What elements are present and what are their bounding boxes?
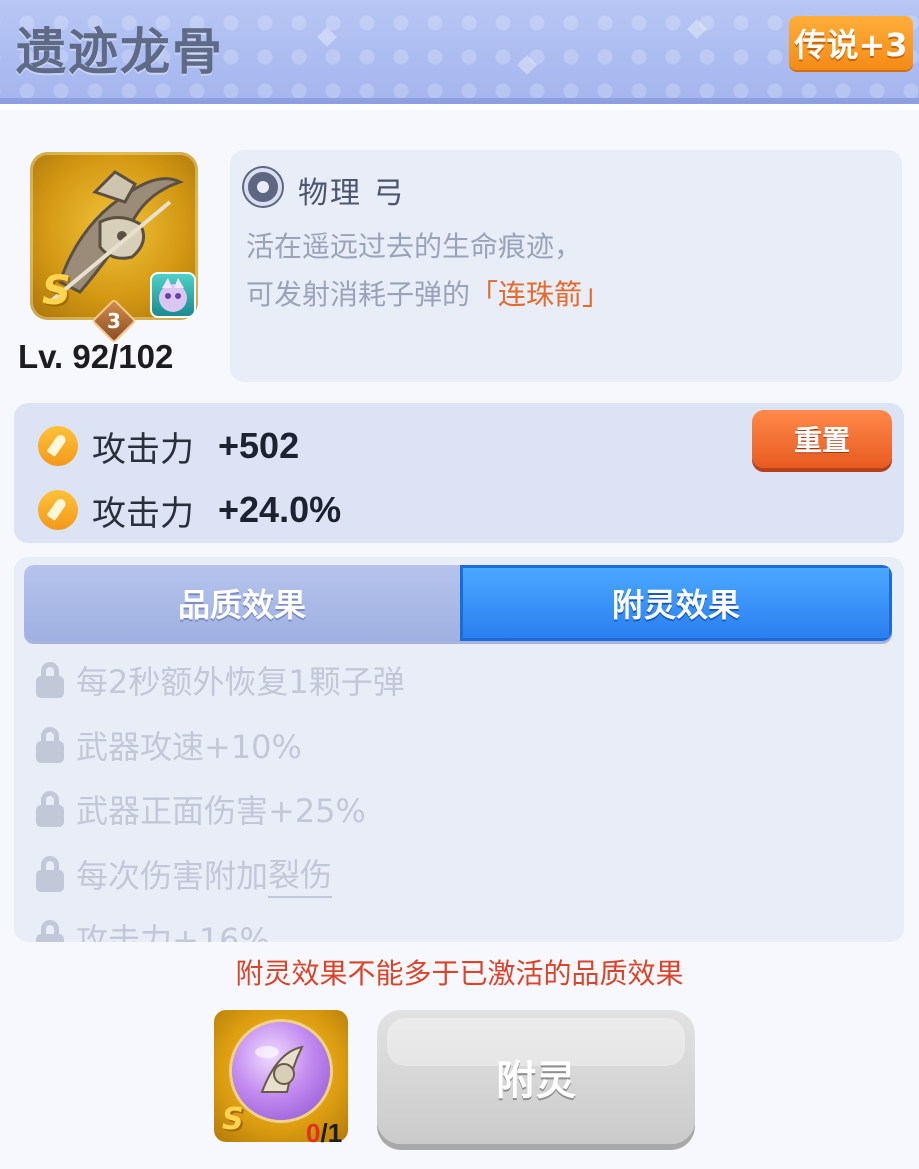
bleed-term-link[interactable]: 裂伤 — [268, 850, 333, 898]
list-item: 武器正面伤害+25% — [36, 786, 366, 832]
material-count: 0/1 — [306, 1118, 342, 1149]
star-level-number: 3 — [107, 309, 121, 333]
description-panel: 物理 弓 活在遥远过去的生命痕迹， 可发射消耗子弹的「连珠箭」 — [230, 150, 902, 382]
description-line-2: 可发射消耗子弹的「连珠箭」 — [246, 273, 610, 313]
lock-icon — [36, 920, 64, 942]
material-have: 0 — [306, 1118, 321, 1148]
list-item: 每次伤害附加 裂伤 — [36, 850, 333, 898]
tab-enchant-effects[interactable]: 附灵效果 — [460, 565, 892, 641]
stat-row: 攻击力 +502 — [38, 421, 299, 471]
warning-message: 附灵效果不能多于已激活的品质效果 — [235, 957, 684, 990]
list-item: 每2秒额外恢复1颗子弹 — [36, 657, 405, 703]
lock-icon — [36, 856, 64, 892]
lock-icon — [36, 662, 64, 698]
stat-name: 攻击力 — [92, 429, 194, 470]
list-item: 武器攻速+10% — [36, 722, 302, 768]
effect-text: 每2秒额外恢复1颗子弹 — [76, 663, 405, 701]
grade-s-mark: S — [222, 1102, 244, 1137]
description-line-2-text: 可发射消耗子弹的 — [246, 278, 471, 311]
lock-icon — [36, 727, 64, 763]
reset-button[interactable]: 重置 — [752, 410, 892, 468]
physical-type-icon — [244, 168, 282, 206]
attack-stat-icon — [38, 426, 78, 466]
lock-icon — [36, 791, 64, 827]
material-need: /1 — [320, 1118, 343, 1148]
weapon-type: 物理 弓 — [298, 176, 406, 211]
list-item: 攻击力+16% — [36, 915, 270, 942]
stat-value: +502 — [218, 425, 300, 466]
item-title: 遗迹龙骨 — [16, 23, 224, 81]
pet-avatar-icon[interactable] — [150, 272, 196, 318]
description-line-1: 活在遥远过去的生命痕迹， — [246, 230, 583, 263]
effect-text: 武器攻速+10% — [76, 728, 302, 766]
weapon-level: Lv. 92/102 — [18, 338, 174, 375]
spirit-orb-icon — [232, 1022, 330, 1120]
effects-tab-bar: 品质效果 附灵效果 — [24, 565, 892, 641]
stat-row: 攻击力 +24.0% — [38, 485, 341, 535]
effect-text: 每次伤害附加 — [76, 857, 269, 895]
title-bar: 遗迹龙骨 传说+3 — [0, 0, 919, 104]
effects-panel: 品质效果 附灵效果 每2秒额外恢复1颗子弹 武器攻速+10% 武器正面伤害+25… — [14, 557, 904, 942]
enchant-button[interactable]: 附灵 — [377, 1010, 695, 1144]
attack-stat-icon — [38, 490, 78, 530]
skill-highlight: 「连珠箭」 — [470, 278, 611, 311]
stat-name: 攻击力 — [92, 493, 194, 534]
grade-s-mark: S — [42, 268, 71, 314]
rarity-badge: 传说+3 — [789, 16, 913, 70]
enchant-button-label: 附灵 — [496, 1058, 576, 1104]
stat-value: +24.0% — [218, 489, 342, 530]
effect-text: 武器正面伤害+25% — [76, 792, 366, 830]
effect-text: 攻击力+16% — [76, 921, 270, 942]
tab-quality-effects[interactable]: 品质效果 — [24, 565, 460, 641]
